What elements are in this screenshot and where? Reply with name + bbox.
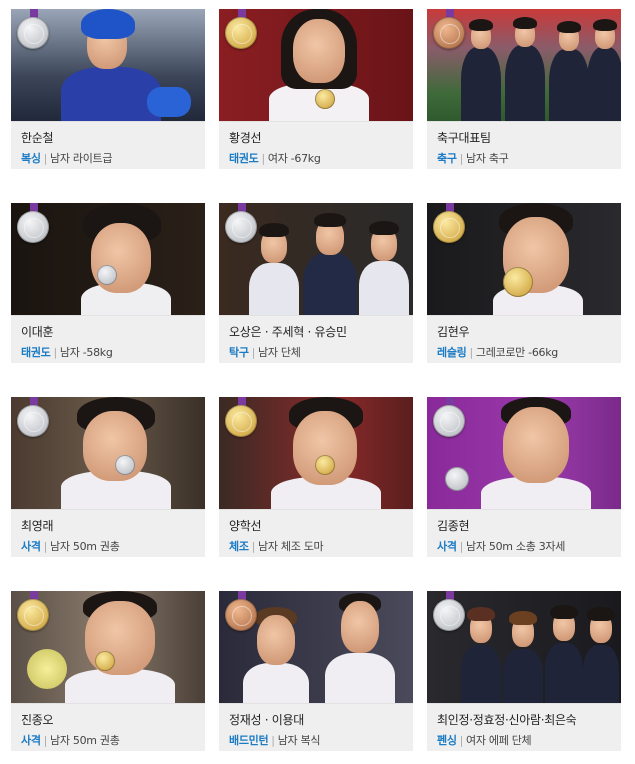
- event-label: 남자 라이트급: [50, 152, 113, 165]
- athlete-caption: 정재성 · 이용대 배드민턴 | 남자 복식: [219, 703, 413, 751]
- sport-link[interactable]: 사격: [21, 734, 41, 747]
- athlete-photo[interactable]: [219, 397, 413, 509]
- event-label: 여자 -67kg: [267, 152, 321, 165]
- athlete-card[interactable]: 오상은 · 주세혁 · 유승민 탁구 | 남자 단체: [219, 203, 413, 363]
- athlete-caption: 최인정·정효정·신아람·최은숙 펜싱 | 여자 에페 단체: [427, 703, 621, 751]
- athlete-name: 김종현: [437, 519, 470, 533]
- athlete-photo[interactable]: [219, 591, 413, 703]
- athlete-card[interactable]: 최인정·정효정·신아람·최은숙 펜싱 | 여자 에페 단체: [427, 591, 621, 751]
- athlete-caption: 오상은 · 주세혁 · 유승민 탁구 | 남자 단체: [219, 315, 413, 363]
- athlete-card[interactable]: 황경선 태권도 | 여자 -67kg: [219, 9, 413, 169]
- event-label: 여자 에페 단체: [466, 734, 532, 747]
- athlete-name: 최인정·정효정·신아람·최은숙: [437, 713, 577, 727]
- athlete-card[interactable]: 축구대표팀 축구 | 남자 축구: [427, 9, 621, 169]
- silver-medal-icon: [223, 203, 261, 243]
- athlete-photo[interactable]: [11, 9, 205, 121]
- athlete-caption: 한순철 복싱 | 남자 라이트급: [11, 121, 205, 169]
- event-label: 남자 50m 소총 3자세: [466, 540, 566, 553]
- athlete-caption: 김종현 사격 | 남자 50m 소총 3자세: [427, 509, 621, 557]
- athlete-photo[interactable]: [427, 9, 621, 121]
- gold-medal-icon: [223, 397, 261, 437]
- athlete-photo[interactable]: [427, 203, 621, 315]
- event-label: 남자 50m 권총: [50, 734, 120, 747]
- athlete-caption: 진종오 사격 | 남자 50m 권총: [11, 703, 205, 751]
- sport-link[interactable]: 태권도: [229, 152, 259, 165]
- athlete-caption: 양학선 체조 | 남자 체조 도마: [219, 509, 413, 557]
- athlete-name: 축구대표팀: [437, 131, 491, 145]
- silver-medal-icon: [15, 203, 53, 243]
- athlete-card[interactable]: 한순철 복싱 | 남자 라이트급: [11, 9, 205, 169]
- bronze-medal-icon: [431, 9, 469, 49]
- event-label: 남자 복식: [277, 734, 321, 747]
- athlete-photo[interactable]: [219, 203, 413, 315]
- sport-link[interactable]: 축구: [437, 152, 457, 165]
- event-label: 남자 50m 권총: [50, 540, 120, 553]
- athlete-name: 최영래: [21, 519, 54, 533]
- athlete-card[interactable]: 양학선 체조 | 남자 체조 도마: [219, 397, 413, 557]
- athlete-card[interactable]: 정재성 · 이용대 배드민턴 | 남자 복식: [219, 591, 413, 751]
- athlete-name: 황경선: [229, 131, 262, 145]
- athlete-card[interactable]: 이대훈 태권도 | 남자 -58kg: [11, 203, 205, 363]
- athlete-caption: 김현우 레슬링 | 그레코로만 -66kg: [427, 315, 621, 363]
- athlete-caption: 축구대표팀 축구 | 남자 축구: [427, 121, 621, 169]
- athlete-name: 이대훈: [21, 325, 54, 339]
- athlete-name: 양학선: [229, 519, 262, 533]
- event-label: 남자 체조 도마: [258, 540, 324, 553]
- sport-link[interactable]: 태권도: [21, 346, 51, 359]
- athlete-name: 한순철: [21, 131, 54, 145]
- athlete-photo[interactable]: [427, 591, 621, 703]
- silver-medal-icon: [15, 9, 53, 49]
- athlete-caption: 이대훈 태권도 | 남자 -58kg: [11, 315, 205, 363]
- sport-link[interactable]: 사격: [437, 540, 457, 553]
- athlete-name: 정재성 · 이용대: [229, 713, 304, 727]
- athlete-name: 김현우: [437, 325, 470, 339]
- athlete-photo[interactable]: [427, 397, 621, 509]
- event-label: 그레코로만 -66kg: [475, 346, 558, 359]
- sport-link[interactable]: 사격: [21, 540, 41, 553]
- athlete-caption: 최영래 사격 | 남자 50m 권총: [11, 509, 205, 557]
- athlete-card[interactable]: 김종현 사격 | 남자 50m 소총 3자세: [427, 397, 621, 557]
- athlete-card[interactable]: 김현우 레슬링 | 그레코로만 -66kg: [427, 203, 621, 363]
- sport-link[interactable]: 레슬링: [437, 346, 467, 359]
- gold-medal-icon: [15, 591, 53, 631]
- sport-link[interactable]: 복싱: [21, 152, 41, 165]
- athlete-card[interactable]: 최영래 사격 | 남자 50m 권총: [11, 397, 205, 557]
- silver-medal-icon: [431, 397, 469, 437]
- athlete-photo[interactable]: [219, 9, 413, 121]
- silver-medal-icon: [15, 397, 53, 437]
- athlete-caption: 황경선 태권도 | 여자 -67kg: [219, 121, 413, 169]
- athlete-name: 오상은 · 주세혁 · 유승민: [229, 325, 347, 339]
- gold-medal-icon: [431, 203, 469, 243]
- athlete-photo[interactable]: [11, 397, 205, 509]
- sport-link[interactable]: 탁구: [229, 346, 249, 359]
- event-label: 남자 단체: [258, 346, 301, 359]
- gold-medal-icon: [223, 9, 261, 49]
- event-label: 남자 축구: [466, 152, 509, 165]
- athlete-card[interactable]: 진종오 사격 | 남자 50m 권총: [11, 591, 205, 751]
- athlete-photo[interactable]: [11, 203, 205, 315]
- athlete-name: 진종오: [21, 713, 54, 727]
- sport-link[interactable]: 배드민턴: [229, 734, 269, 747]
- athlete-photo[interactable]: [11, 591, 205, 703]
- event-label: 남자 -58kg: [59, 346, 113, 359]
- bronze-medal-icon: [223, 591, 261, 631]
- sport-link[interactable]: 펜싱: [437, 734, 457, 747]
- silver-medal-icon: [431, 591, 469, 631]
- sport-link[interactable]: 체조: [229, 540, 249, 553]
